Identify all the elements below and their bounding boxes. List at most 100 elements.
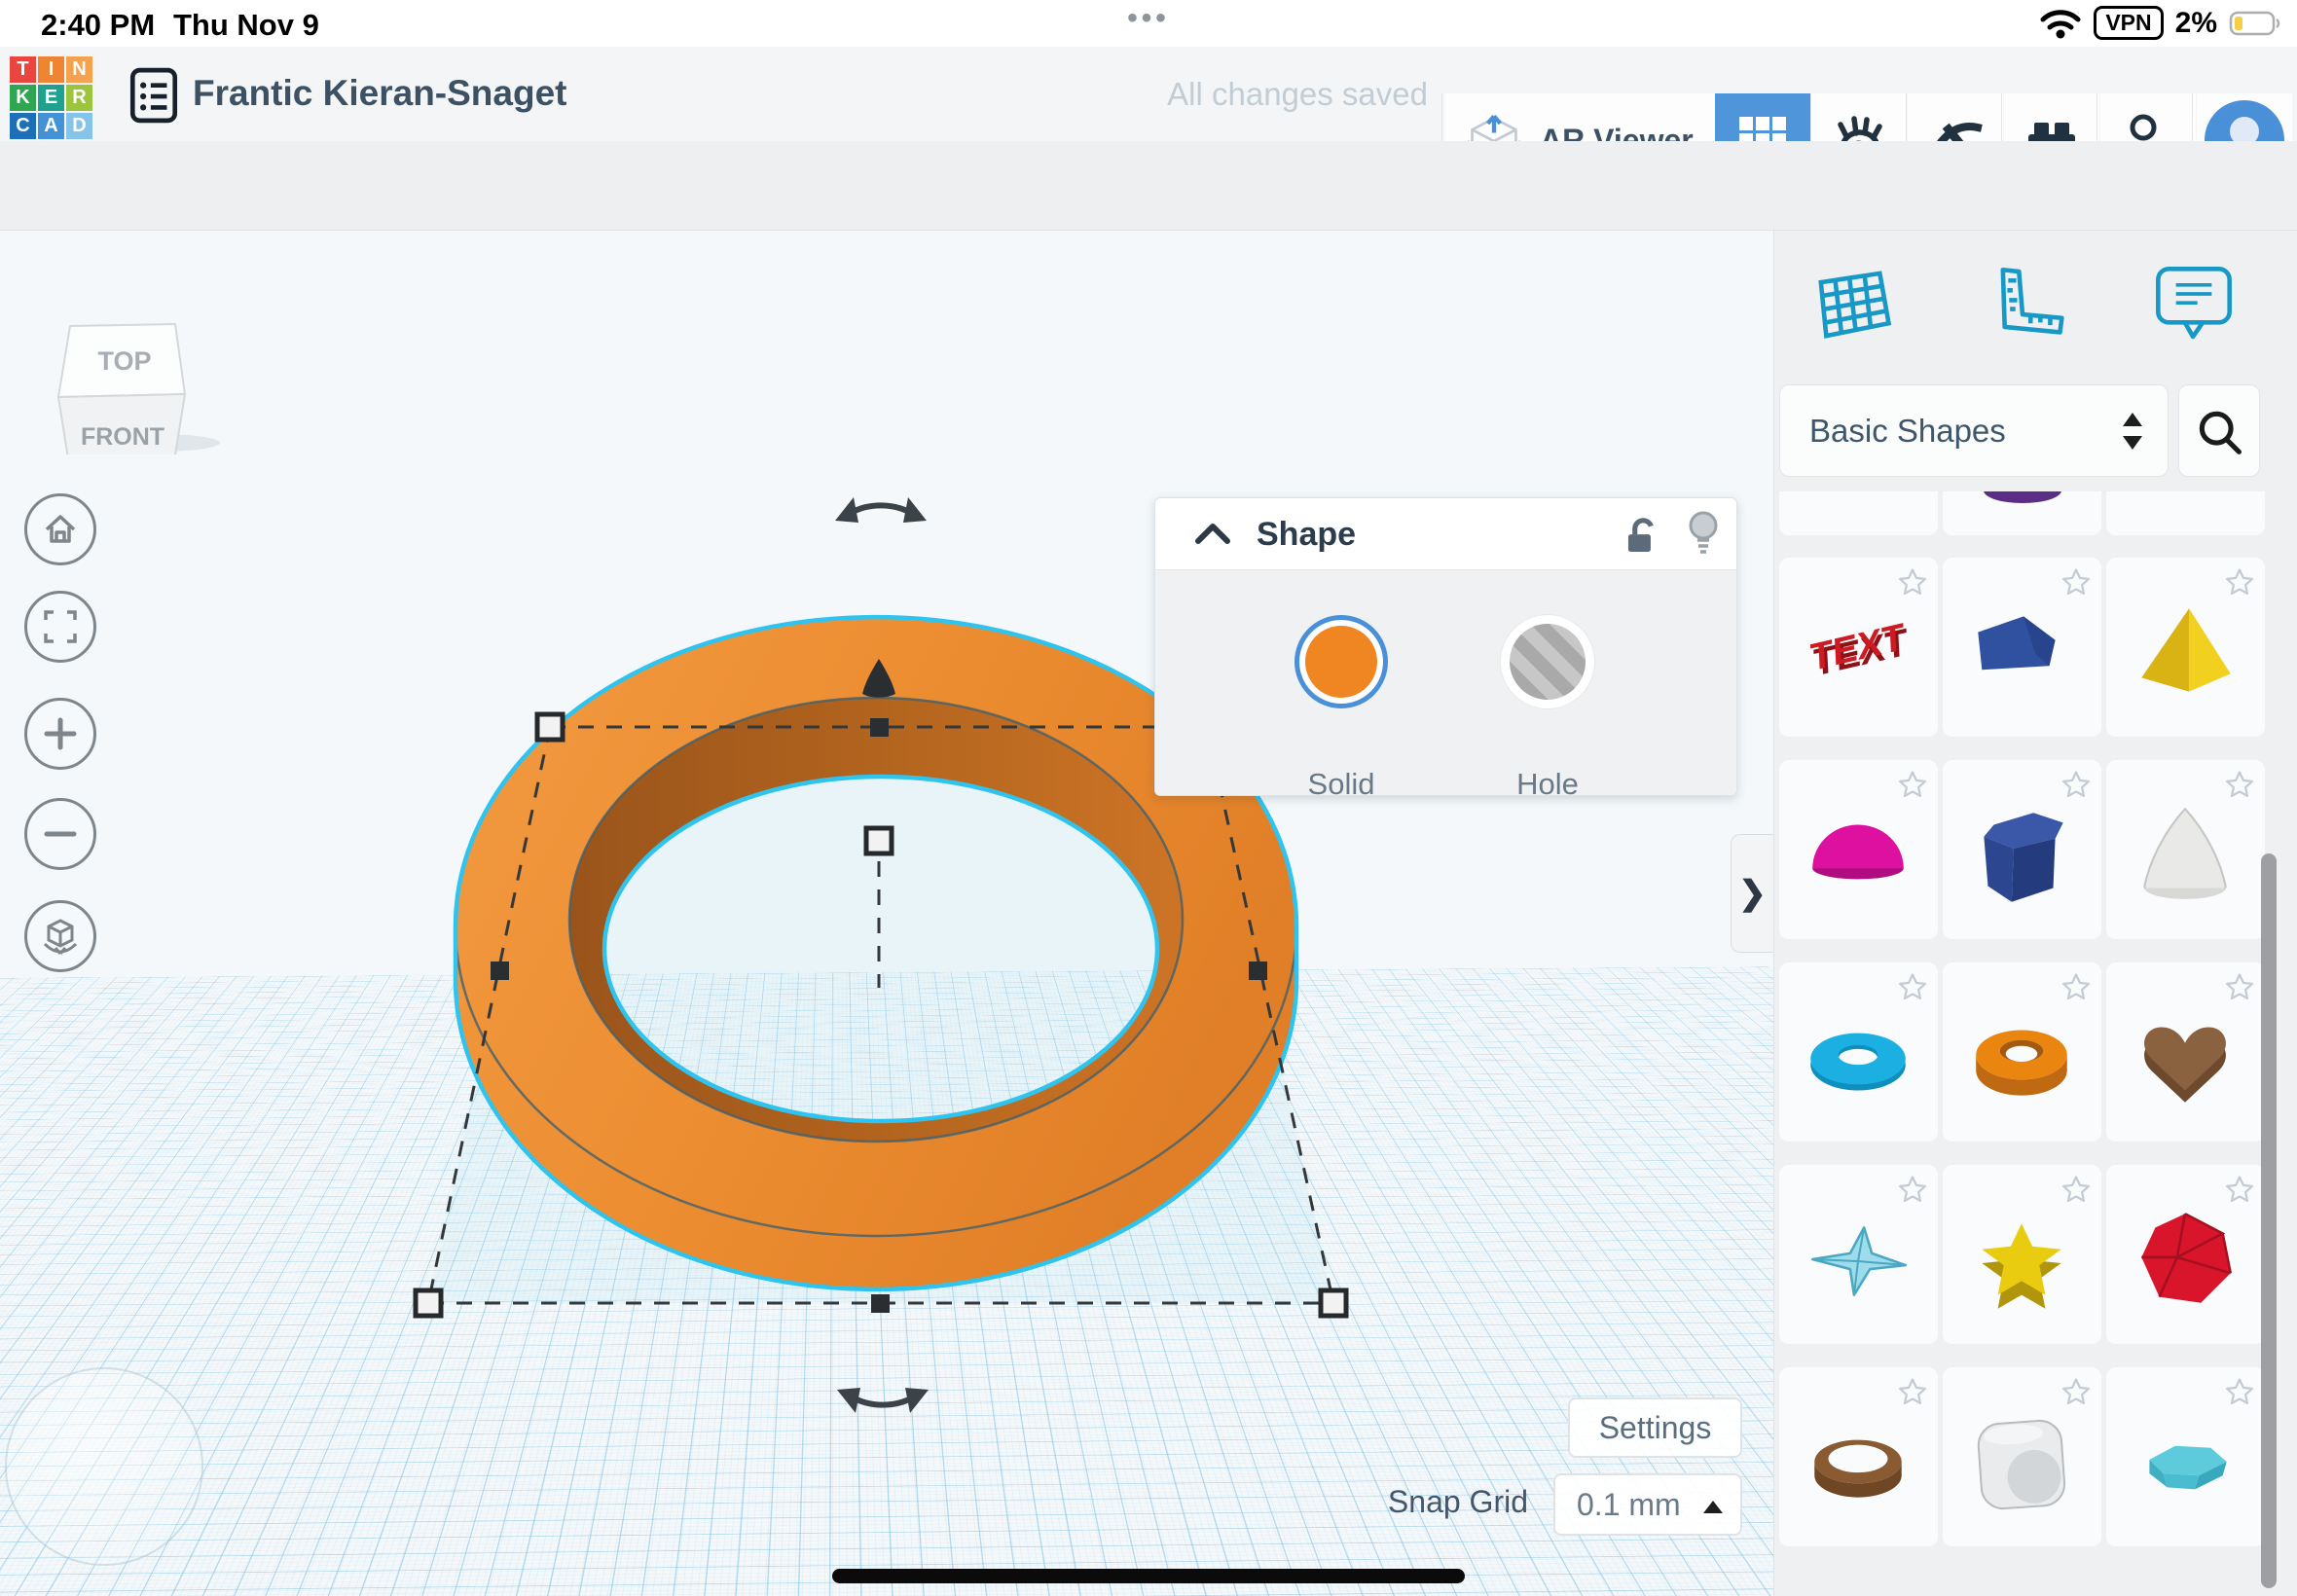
edit-toolbar: Import Export Send To bbox=[0, 141, 2297, 231]
shape-card-star-4pt[interactable] bbox=[1779, 1165, 1938, 1344]
notes-tool[interactable] bbox=[2147, 258, 2241, 351]
shape-card-torus[interactable] bbox=[1779, 962, 1938, 1142]
snap-grid-select[interactable]: 0.1 mm bbox=[1553, 1473, 1742, 1536]
vpn-badge: VPN bbox=[2094, 6, 2163, 40]
status-indicators: VPN 2% bbox=[2039, 6, 2283, 40]
select-arrows-icon bbox=[2121, 411, 2144, 452]
logo-letter: E bbox=[38, 85, 64, 111]
corner-handle bbox=[537, 714, 563, 740]
visibility-bulb-icon[interactable] bbox=[1683, 510, 1724, 561]
solid-option[interactable] bbox=[1294, 615, 1388, 708]
home-view-button[interactable] bbox=[24, 493, 96, 565]
shape-card-rounded-cube[interactable] bbox=[1943, 1367, 2101, 1546]
shape-card-3d-text[interactable]: TEXTTEXT bbox=[1779, 558, 1938, 737]
design-title[interactable]: Frantic Kieran-Snaget bbox=[193, 73, 566, 114]
paraboloid-icon bbox=[2126, 797, 2244, 916]
logo-letter: D bbox=[66, 113, 92, 139]
shape-card-partial[interactable] bbox=[2106, 491, 2265, 535]
star-5pt-icon bbox=[1962, 1202, 2081, 1321]
solid-swatch-color bbox=[1305, 626, 1377, 698]
tinkercad-app: 2:40 PM Thu Nov 9 ••• VPN 2% TIN KER CAD bbox=[0, 0, 2297, 1596]
shape-card-partial[interactable] bbox=[1943, 491, 2101, 535]
zoom-in-button[interactable] bbox=[24, 698, 96, 770]
settings-button[interactable]: Settings bbox=[1568, 1397, 1742, 1458]
ring-icon bbox=[1799, 1404, 1917, 1523]
autosave-status: All changes saved bbox=[973, 76, 1428, 113]
shape-inspector-panel: Shape Solid Hole bbox=[1154, 497, 1737, 796]
perspective-toggle-button[interactable] bbox=[24, 900, 96, 972]
home-indicator[interactable] bbox=[832, 1569, 1465, 1583]
hole-label: Hole bbox=[1489, 767, 1606, 802]
status-bar: 2:40 PM Thu Nov 9 ••• VPN 2% bbox=[0, 0, 2297, 47]
view-cube[interactable]: TOP FRONT bbox=[39, 270, 234, 454]
shape-card-pyramid[interactable] bbox=[2106, 558, 2265, 737]
multitask-dots-icon[interactable]: ••• bbox=[1100, 2, 1197, 35]
shape-card-wedge[interactable] bbox=[1943, 558, 2101, 737]
shape-card-half-sphere[interactable] bbox=[1779, 760, 1938, 939]
edge-handle bbox=[870, 718, 889, 737]
shape-card-ring[interactable] bbox=[1779, 1367, 1938, 1546]
tinkercad-logo[interactable]: TIN KER CAD bbox=[10, 56, 92, 139]
snap-grid-label: Snap Grid bbox=[1343, 1484, 1528, 1520]
logo-letter: R bbox=[66, 85, 92, 111]
sidebar-scrollbar[interactable] bbox=[2261, 853, 2277, 1588]
shape-panel-header: Shape bbox=[1155, 498, 1736, 570]
shape-card-gem[interactable] bbox=[2106, 1367, 2265, 1546]
caret-up-icon bbox=[1703, 1501, 1723, 1513]
elevate-handle bbox=[862, 659, 895, 698]
hexagonal-prism-icon bbox=[1962, 797, 2081, 916]
rotate-handle-top bbox=[847, 505, 915, 516]
shape-card-icosahedron[interactable] bbox=[2106, 1165, 2265, 1344]
battery-icon bbox=[2229, 10, 2283, 37]
pyramid-icon bbox=[2126, 595, 2244, 713]
wifi-icon bbox=[2039, 7, 2082, 40]
category-value: Basic Shapes bbox=[1809, 413, 2006, 450]
search-button[interactable] bbox=[2178, 384, 2260, 477]
shape-card-hexagonal-prism[interactable] bbox=[1943, 760, 2101, 939]
half-sphere-icon bbox=[1799, 797, 1917, 916]
height-scale-handle bbox=[866, 828, 892, 853]
hole-option[interactable] bbox=[1501, 615, 1594, 708]
logo-letter: I bbox=[38, 56, 64, 83]
date: Thu Nov 9 bbox=[173, 8, 319, 43]
battery-percent: 2% bbox=[2175, 7, 2217, 40]
view-cube-front-label: FRONT bbox=[81, 423, 164, 451]
tube-icon bbox=[1962, 999, 2081, 1118]
shape-card-partial[interactable] bbox=[1779, 491, 1938, 535]
logo-letter: K bbox=[10, 85, 36, 111]
shape-card-star-5pt[interactable] bbox=[1943, 1165, 2101, 1344]
solid-label: Solid bbox=[1283, 767, 1400, 802]
logo-letter: N bbox=[66, 56, 92, 83]
wedge-icon bbox=[1962, 595, 2081, 713]
lock-open-icon[interactable] bbox=[1617, 512, 1661, 559]
zoom-out-button[interactable] bbox=[24, 798, 96, 870]
design-canvas[interactable]: TOP FRONT Shape bbox=[0, 231, 1773, 1596]
3d-text-icon: TEXTTEXT bbox=[1799, 595, 1917, 713]
logo-letter: T bbox=[10, 56, 36, 83]
logo-letter: C bbox=[10, 113, 36, 139]
shape-card-tube[interactable] bbox=[1943, 962, 2101, 1142]
workplane-tool[interactable] bbox=[1805, 258, 1898, 351]
icosahedron-icon bbox=[2126, 1202, 2244, 1321]
sidebar-collapse-tab[interactable]: ❯ bbox=[1731, 834, 1773, 953]
gem-icon bbox=[2126, 1404, 2244, 1523]
design-properties-button[interactable] bbox=[127, 66, 181, 125]
clock: 2:40 PM bbox=[41, 8, 155, 43]
view-cube-top-label: TOP bbox=[97, 346, 151, 376]
snap-grid-value: 0.1 mm bbox=[1577, 1487, 1681, 1523]
rounded-cube-icon bbox=[1962, 1404, 2081, 1523]
collapse-chevron-icon[interactable] bbox=[1192, 520, 1233, 549]
torus-icon bbox=[1799, 999, 1917, 1118]
ruler-tool[interactable] bbox=[1976, 258, 2069, 351]
shape-card-paraboloid[interactable] bbox=[2106, 760, 2265, 939]
search-icon bbox=[2194, 406, 2244, 456]
star-4pt-icon bbox=[1799, 1202, 1917, 1321]
orbit-control[interactable] bbox=[5, 1367, 203, 1566]
shape-category-select[interactable]: Basic Shapes bbox=[1779, 384, 2169, 477]
fit-view-button[interactable] bbox=[24, 591, 96, 663]
shape-sliver bbox=[1984, 491, 2061, 503]
shape-card-heart[interactable] bbox=[2106, 962, 2265, 1142]
heart-icon bbox=[2126, 999, 2244, 1118]
logo-letter: A bbox=[38, 113, 64, 139]
hole-swatch-stripes bbox=[1510, 624, 1586, 700]
